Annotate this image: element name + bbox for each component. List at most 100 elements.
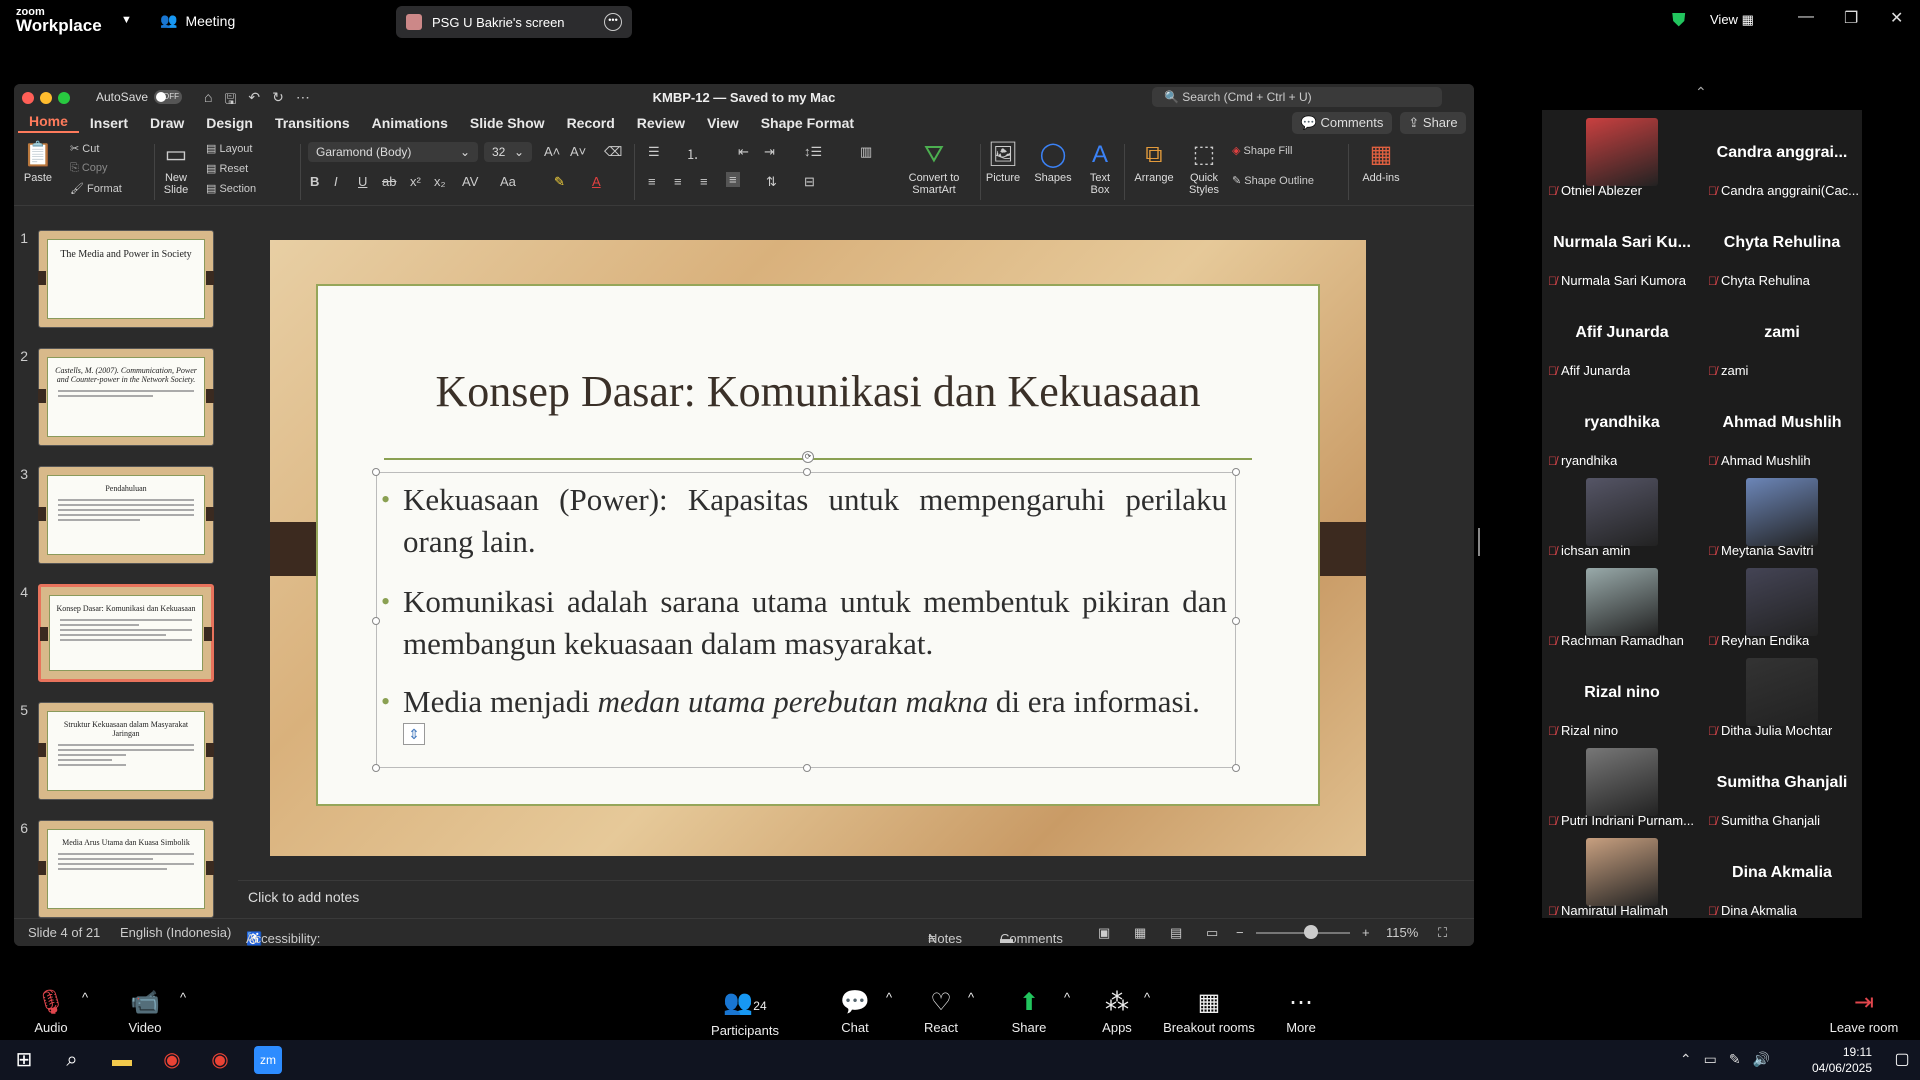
slide-thumbnail[interactable]: The Media and Power in Society (38, 230, 214, 328)
increase-indent-icon[interactable]: ⇥ (764, 144, 775, 160)
align-right-icon[interactable]: ≡ (700, 174, 708, 189)
splitter-handle[interactable] (1478, 528, 1480, 556)
participant-tile[interactable]: Dina Akmalia 🎙̸ Dina Akmalia (1702, 830, 1862, 920)
highlight-icon[interactable]: ✎ (554, 174, 565, 190)
participant-tile[interactable]: 🎙̸ Ditha Julia Mochtar (1702, 650, 1862, 740)
char-spacing-icon[interactable]: AV (462, 174, 478, 189)
add-ins-button[interactable]: ▦ Add-ins (1354, 142, 1408, 185)
bullet-communication[interactable]: Komunikasi adalah sarana utama untuk mem… (381, 581, 1227, 665)
participant-tile[interactable]: Afif Junarda 🎙̸ Afif Junarda (1542, 290, 1702, 380)
search-icon[interactable]: ⌕ (58, 1046, 86, 1074)
quick-styles-button[interactable]: ⬚ Quick Styles (1180, 142, 1228, 197)
resize-handle[interactable] (1232, 764, 1240, 772)
chevron-down-icon[interactable]: ▼ (121, 14, 132, 26)
comments-button[interactable]: 💬 Comments (1292, 112, 1392, 134)
tab-review[interactable]: Review (626, 115, 696, 131)
tab-insert[interactable]: Insert (79, 115, 139, 131)
tab-view[interactable]: View (696, 115, 750, 131)
format-painter-button[interactable]: 🖌 Format (70, 182, 122, 195)
autosave-switch[interactable]: OFF (154, 90, 183, 104)
convert-smartart-button[interactable]: ⛛ Convert to SmartArt (894, 142, 974, 197)
zoom-slider[interactable] (1256, 932, 1350, 934)
slide-thumbnail[interactable]: Castells, M. (2007). Communication, Powe… (38, 348, 214, 446)
slide-thumbnail[interactable]: Media Arus Utama dan Kuasa Simbolik (38, 820, 214, 918)
justify-icon[interactable]: ≡ (726, 172, 740, 187)
resize-handle[interactable] (372, 764, 380, 772)
windows-start-icon[interactable]: ⊞ (10, 1046, 38, 1074)
window-close-button[interactable] (22, 92, 34, 104)
zoom-out-icon[interactable]: − (1236, 925, 1244, 940)
strikethrough-icon[interactable]: ab (382, 174, 396, 189)
paste-button[interactable]: 📋 Paste (18, 142, 58, 185)
text-box-button[interactable]: A Text Box (1080, 142, 1120, 197)
security-shield-icon[interactable]: ⛊ (1672, 10, 1686, 31)
zoom-in-icon[interactable]: + (1362, 925, 1370, 940)
body-text-box[interactable]: ⟳ Kekuasaan (Power): Kapasitas untuk mem… (372, 451, 1240, 772)
cut-button[interactable]: ✂ Cut (70, 142, 99, 155)
fit-slide-icon[interactable]: ⛶ (1438, 925, 1447, 941)
shrink-font-icon[interactable]: A˅ (570, 144, 586, 159)
copy-button[interactable]: ⎘ Copy (70, 162, 108, 175)
numbering-icon[interactable]: ⒈ (686, 144, 699, 163)
leave-room-button[interactable]: ⇥ Leave room (1814, 990, 1914, 1036)
arrange-button[interactable]: ⧉ Arrange (1130, 142, 1178, 185)
collapse-gallery-icon[interactable]: ⌃ (1695, 84, 1707, 101)
window-minimize-button[interactable] (40, 92, 52, 104)
font-name-select[interactable]: Garamond (Body) ⌄ (308, 142, 478, 162)
autofit-options-icon[interactable]: ⇕ (403, 723, 425, 745)
subscript-icon[interactable]: x₂ (434, 174, 446, 189)
slideshow-icon[interactable]: ▭ (1206, 925, 1218, 941)
slide-thumbnail-selected[interactable]: Konsep Dasar: Komunikasi dan Kekuasaan (38, 584, 214, 682)
tab-shape-format[interactable]: Shape Format (750, 115, 865, 131)
zoom-slider-handle[interactable] (1304, 925, 1318, 939)
clear-format-icon[interactable]: ⌫ (604, 144, 622, 160)
text-direction-icon[interactable]: ⇅ (766, 174, 777, 190)
slide-thumbnail[interactable]: Struktur Kekuasaan dalam Masyarakat Jari… (38, 702, 214, 800)
grow-font-icon[interactable]: A˄ (544, 144, 560, 159)
participant-tile[interactable]: Rizal nino 🎙̸ Rizal nino (1542, 650, 1702, 740)
shape-fill-button[interactable]: ◈ Shape Fill (1232, 144, 1292, 157)
bold-icon[interactable]: B (310, 174, 319, 189)
superscript-icon[interactable]: x² (410, 174, 421, 189)
participant-tile[interactable]: 🎙̸ Rachman Ramadhan (1542, 560, 1702, 650)
notes-pane[interactable]: Click to add notes (238, 880, 1474, 908)
tab-animations[interactable]: Animations (361, 115, 459, 131)
reading-view-icon[interactable]: ▤ (1170, 925, 1182, 941)
picture-button[interactable]: 🖼 Picture (980, 142, 1026, 185)
participant-tile[interactable]: 🎙̸ Meytania Savitri (1702, 470, 1862, 560)
tab-slide-show[interactable]: Slide Show (459, 115, 556, 131)
normal-view-icon[interactable]: ▣ (1098, 925, 1110, 941)
zoom-logo[interactable]: zoom Workplace (16, 6, 102, 34)
participant-tile[interactable]: Candra anggrai... 🎙̸ Candra anggraini(Cac.… (1702, 110, 1862, 200)
share-screen-banner[interactable]: PSG U Bakrie's screen ••• (396, 6, 632, 38)
section-button[interactable]: ▤ Section (206, 182, 256, 195)
notifications-icon[interactable]: ▢ (1888, 1046, 1916, 1074)
zoom-app-icon[interactable]: zm (254, 1046, 282, 1074)
close-icon[interactable]: ✕ (1890, 8, 1903, 28)
participant-tile[interactable]: Ahmad Mushlih 🎙̸ Ahmad Mushlih (1702, 380, 1862, 470)
meeting-menu[interactable]: 👥 Meeting (160, 12, 235, 29)
taskbar-clock[interactable]: 19:11 04/06/2025 (1812, 1044, 1872, 1076)
participant-tile[interactable]: 🎙̸ Putri Indriani Purnam... (1542, 740, 1702, 830)
current-slide[interactable]: Konsep Dasar: Komunikasi dan Kekuasaan ⟳… (270, 240, 1366, 856)
bullet-media[interactable]: Media menjadi medan utama perebutan makn… (381, 681, 1227, 723)
align-text-icon[interactable]: ⊟ (804, 174, 815, 190)
layout-button[interactable]: ▤ Layout (206, 142, 252, 155)
restore-icon[interactable]: ❐ (1844, 8, 1858, 28)
participant-tile[interactable]: zami 🎙̸ zami (1702, 290, 1862, 380)
ppt-search-box[interactable]: 🔍 Search (Cmd + Ctrl + U) (1152, 87, 1442, 107)
zoom-level[interactable]: 115% (1386, 925, 1418, 940)
slide-thumbnail[interactable]: Pendahuluan (38, 466, 214, 564)
font-color-icon[interactable]: A (592, 174, 601, 189)
share-button[interactable]: ⇪ Share (1400, 112, 1466, 134)
bullet-power[interactable]: Kekuasaan (Power): Kapasitas untuk mempe… (381, 479, 1227, 563)
italic-icon[interactable]: I (334, 174, 338, 189)
resize-handle[interactable] (372, 468, 380, 476)
resize-handle[interactable] (372, 617, 380, 625)
pen-icon[interactable]: ✎ (1729, 1051, 1741, 1068)
decrease-indent-icon[interactable]: ⇤ (738, 144, 749, 160)
participant-tile[interactable]: Chyta Rehulina 🎙̸ Chyta Rehulina (1702, 200, 1862, 290)
tab-transitions[interactable]: Transitions (264, 115, 361, 131)
tab-record[interactable]: Record (556, 115, 626, 131)
autosave-toggle[interactable]: AutoSave OFF (96, 90, 183, 104)
